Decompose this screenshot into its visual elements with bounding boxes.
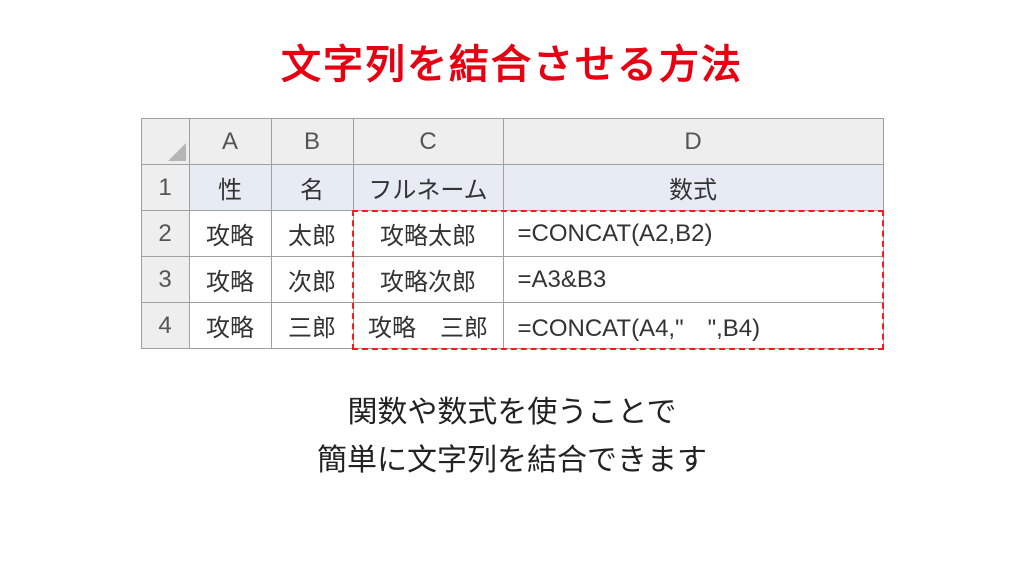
cell-A3[interactable]: 攻略 — [189, 257, 271, 303]
select-all-triangle-icon — [168, 143, 186, 161]
page-title: 文字列を結合させる方法 — [281, 32, 743, 90]
row-header-2[interactable]: 2 — [141, 211, 189, 257]
caption-line-2: 簡単に文字列を結合できます — [317, 444, 707, 477]
select-all-corner[interactable] — [141, 119, 189, 165]
cell-B1[interactable]: 名 — [271, 165, 353, 211]
caption-text: 関数や数式を使うことで 簡単に文字列を結合できます — [317, 389, 707, 485]
row-header-4[interactable]: 4 — [141, 303, 189, 349]
column-header-D[interactable]: D — [503, 119, 883, 165]
spreadsheet-table: A B C D 1 性 名 フルネーム 数式 2 攻略 太郎 攻略太郎 =CON… — [141, 118, 884, 349]
column-header-A[interactable]: A — [189, 119, 271, 165]
spreadsheet-wrapper: A B C D 1 性 名 フルネーム 数式 2 攻略 太郎 攻略太郎 =CON… — [141, 118, 884, 349]
column-header-B[interactable]: B — [271, 119, 353, 165]
row-header-1[interactable]: 1 — [141, 165, 189, 211]
cell-A1[interactable]: 性 — [189, 165, 271, 211]
row-header-3[interactable]: 3 — [141, 257, 189, 303]
cell-A4[interactable]: 攻略 — [189, 303, 271, 349]
cell-A2[interactable]: 攻略 — [189, 211, 271, 257]
cell-C2[interactable]: 攻略太郎 — [353, 211, 503, 257]
cell-D1[interactable]: 数式 — [503, 165, 883, 211]
cell-C4[interactable]: 攻略 三郎 — [353, 303, 503, 349]
cell-D3[interactable]: =A3&B3 — [503, 257, 883, 303]
cell-D2[interactable]: =CONCAT(A2,B2) — [503, 211, 883, 257]
column-header-C[interactable]: C — [353, 119, 503, 165]
cell-C3[interactable]: 攻略次郎 — [353, 257, 503, 303]
cell-D4[interactable]: =CONCAT(A4," ",B4) — [503, 303, 883, 349]
cell-B4[interactable]: 三郎 — [271, 303, 353, 349]
cell-C1[interactable]: フルネーム — [353, 165, 503, 211]
caption-line-1: 関数や数式を使うことで — [347, 396, 676, 429]
cell-B3[interactable]: 次郎 — [271, 257, 353, 303]
cell-B2[interactable]: 太郎 — [271, 211, 353, 257]
